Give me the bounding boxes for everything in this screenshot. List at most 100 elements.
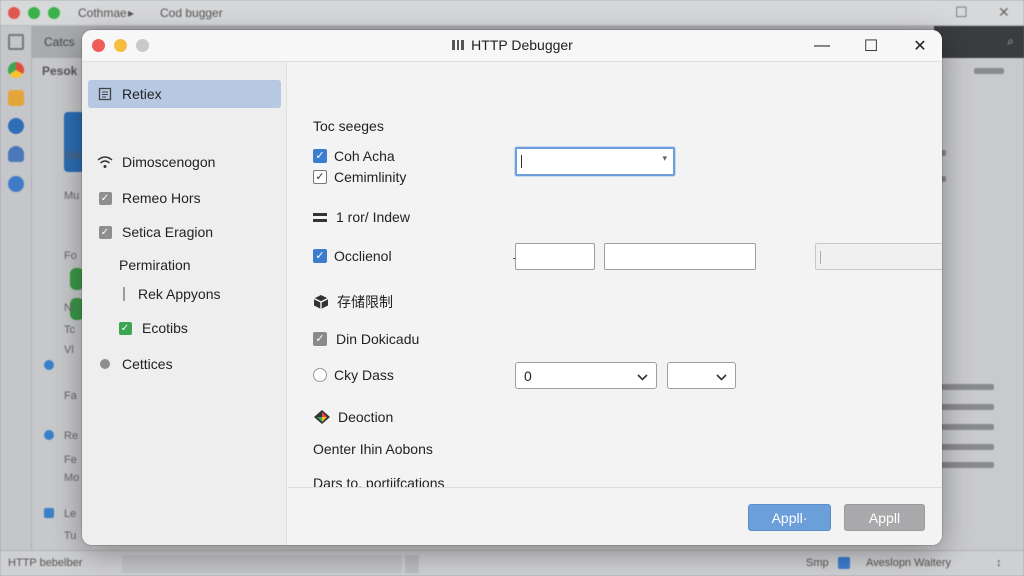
text-field-c[interactable] — [815, 243, 942, 270]
bg-right-line — [939, 444, 994, 450]
sidebar-item-dimoscenogon[interactable]: Dimoscenogon — [88, 148, 281, 176]
bg-close-dot[interactable] — [8, 7, 20, 19]
bg-status-checkbox[interactable] — [838, 557, 850, 569]
sidebar-item-ecotibs[interactable]: ✓ Ecotibs — [88, 314, 281, 342]
tree-indent-bar — [123, 287, 125, 301]
chevron-down-icon: ▾ — [662, 153, 667, 163]
detection-label: Deoction — [338, 409, 394, 425]
bg-panel-label: Pesok — [42, 64, 78, 78]
radio-button[interactable] — [313, 368, 327, 382]
bg-blue-square — [44, 508, 54, 518]
chevron-down-icon — [716, 368, 727, 384]
bg-search-box[interactable]: ⌕ — [934, 26, 1024, 58]
bg-restore-icon[interactable]: ☐ — [955, 4, 968, 21]
close-button[interactable]: ✕ — [909, 36, 931, 56]
checkbox-checked[interactable]: ✓ — [313, 249, 327, 263]
text-cursor — [820, 251, 821, 264]
bg-left-text: Ni — [64, 302, 75, 314]
shield-color-icon — [313, 409, 331, 425]
maximize-button[interactable]: ☐ — [860, 36, 882, 56]
optional-row[interactable]: ✓ Occlienol — [313, 248, 392, 264]
settings-content: Toc seeges ✓ Coh Acha ✓ Cemimlinity ▾ 1 … — [288, 62, 942, 491]
select-dropdown-2[interactable] — [667, 362, 736, 389]
text-field-b[interactable] — [604, 243, 756, 270]
bg-home-icon[interactable] — [8, 34, 24, 50]
dialog-title: HTTP Debugger — [471, 37, 573, 53]
bg-left-text: Vl — [64, 344, 74, 356]
bg-blue-dot-2 — [44, 430, 54, 440]
text-field-focused[interactable]: ▾ — [515, 147, 675, 176]
document-icon — [97, 86, 113, 102]
bg-titlebar: Cothmae ▸ Cod bugger ☐ ✕ — [0, 0, 1024, 26]
bg-status-button[interactable] — [405, 555, 419, 573]
radio-row[interactable]: Cky Dass — [313, 367, 394, 383]
bg-user-icon[interactable] — [8, 146, 24, 162]
minimize-button[interactable]: — — [811, 36, 833, 56]
bg-z-icon[interactable] — [8, 118, 24, 134]
radio-label: Cky Dass — [334, 367, 394, 383]
text-cursor — [521, 155, 522, 168]
apply-button-secondary[interactable]: Appll — [844, 504, 925, 531]
dialog-titlebar[interactable]: HTTP Debugger — ☐ ✕ — [82, 30, 942, 62]
dot-icon — [100, 359, 110, 369]
dir-row[interactable]: ✓ Din Dokicadu — [313, 331, 419, 347]
sidebar-item-label: Setica Eragion — [122, 224, 214, 240]
apply-button-primary[interactable]: Appll· — [748, 504, 831, 531]
sidebar-item-label: Retiex — [122, 86, 162, 102]
sidebar-item-label: Rek Appyons — [138, 286, 221, 302]
section-heading: Toc seeges — [313, 118, 384, 134]
bg-close-icon[interactable]: ✕ — [998, 4, 1010, 21]
select-value: 0 — [524, 367, 532, 384]
info-text: Oenter Ihin Aobons — [313, 441, 433, 457]
bg-blue-dot — [44, 360, 54, 370]
bg-search-icon: ⌕ — [1007, 34, 1014, 48]
bg-right-line — [974, 68, 1004, 74]
bg-right-line — [939, 404, 994, 410]
sidebar-item-cettices[interactable]: Cettices — [88, 350, 281, 378]
select-dropdown-1[interactable]: 0 — [515, 362, 657, 389]
sidebar-item-label: Ecotibs — [142, 320, 188, 336]
bg-left-text: Fo — [64, 250, 77, 262]
text-field-a[interactable] — [515, 243, 595, 270]
bg-left-text: Mu — [64, 190, 80, 202]
storage-row[interactable]: 存储限制 — [313, 292, 393, 312]
bg-app-subtitle: Cod bugger — [160, 6, 223, 20]
sidebar-item-label: Cettices — [122, 356, 173, 372]
bg-globe-icon[interactable] — [8, 176, 24, 192]
checkbox-label: Coh Acha — [334, 148, 395, 164]
bg-puzzle-icon[interactable] — [8, 90, 24, 106]
sidebar-item-label: Dimoscenogon — [122, 154, 216, 170]
sidebar-item-retiex[interactable]: Retiex — [88, 80, 281, 108]
section-heading-text: Toc seeges — [313, 118, 384, 134]
info-line-1: Oenter Ihin Aobons — [313, 441, 433, 457]
checkbox-row-cemimlinity[interactable]: ✓ Cemimlinity — [313, 169, 406, 185]
sidebar-item-remeo-hors[interactable]: ✓ Remeo Hors — [88, 184, 281, 212]
bg-menu-caret: ▸ — [128, 6, 135, 20]
sidebar-item-permiration[interactable]: Permiration — [88, 251, 281, 279]
bg-tab-label[interactable]: Catcs — [44, 35, 75, 49]
checkbox-green-icon: ✓ — [118, 321, 132, 335]
bg-status-left: HTTP bebelber — [8, 557, 83, 569]
checkbox-checked[interactable]: ✓ — [313, 332, 327, 346]
bg-status-right-1: Smp — [806, 557, 829, 569]
bg-left-text: Fe — [64, 454, 77, 466]
dialog-footer: Appll· Appll — [288, 487, 942, 545]
dir-label: Din Dokicadu — [336, 331, 420, 347]
bg-zoom-dot[interactable] — [28, 7, 40, 19]
checkbox-checked[interactable]: ✓ — [313, 149, 327, 163]
bg-status-caret[interactable]: ↕ — [996, 557, 1002, 569]
bg-right-line — [939, 384, 994, 390]
checkbox-row-coh-acha[interactable]: ✓ Coh Acha — [313, 148, 395, 164]
bg-right-panel — [934, 58, 1024, 550]
bg-status-field[interactable] — [122, 555, 402, 573]
checkbox-checked[interactable]: ✓ — [313, 170, 327, 184]
detection-row[interactable]: Deoction — [313, 409, 393, 425]
sidebar-item-rek-appyons[interactable]: Rek Appyons — [88, 280, 281, 308]
bg-activity-bar — [0, 26, 32, 550]
bg-browser-icon[interactable] — [8, 62, 24, 78]
window-row[interactable]: 1 ror/ Indew — [313, 209, 410, 225]
bg-zoom-dot-2[interactable] — [48, 7, 60, 19]
sidebar-item-setica-eragion[interactable]: ✓ Setica Eragion — [88, 218, 281, 246]
bg-left-text: Re — [64, 430, 79, 442]
http-debugger-dialog: HTTP Debugger — ☐ ✕ Retiex Dimoscenogon … — [82, 30, 942, 545]
